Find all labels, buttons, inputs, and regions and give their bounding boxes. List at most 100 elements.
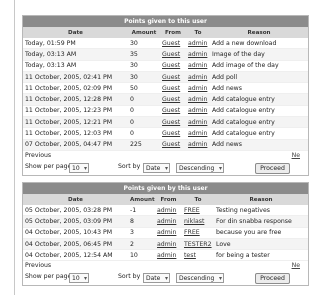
reason-cell: because you are free xyxy=(214,227,308,239)
date-cell: 11 October, 2005, 12:28 PM xyxy=(23,93,128,106)
previous-link: Previous xyxy=(25,262,52,270)
proceed-button[interactable]: Proceed xyxy=(255,162,290,174)
column-header-from[interactable]: From xyxy=(155,195,182,205)
reason-cell: Testing negatives xyxy=(214,205,308,217)
table-row: 05 October, 2005, 03:28 PM -1 admin FREE Tes… xyxy=(23,205,308,217)
reason-cell: Image of the day xyxy=(210,48,308,61)
to-user-link[interactable]: admin xyxy=(186,38,210,50)
list-controls: Show per page 10 Sort by Date Descending… xyxy=(23,161,308,175)
reason-cell: Add catalogue entry xyxy=(210,127,308,140)
column-header-amount[interactable]: Amount xyxy=(128,195,155,205)
date-cell: 11 October, 2005, 02:09 PM xyxy=(23,82,128,95)
date-cell: 11 October, 2005, 02:41 PM xyxy=(23,71,128,84)
table-row: 07 October, 2005, 04:47 PM 225 Guest admin A… xyxy=(23,139,308,151)
from-user-link[interactable]: admin xyxy=(155,205,182,217)
date-cell: 04 October, 2005, 06:45 PM xyxy=(23,238,128,251)
from-user-link[interactable]: Guest xyxy=(160,93,186,106)
sort-by-label: Sort by xyxy=(118,273,141,281)
table-row: 11 October, 2005, 02:41 PM 30 Guest admin Ad… xyxy=(23,71,308,84)
table-row: 04 October, 2005, 10:43 PM 3 admin FREE beca… xyxy=(23,227,308,239)
proceed-button[interactable]: Proceed xyxy=(255,273,290,285)
sort-order-select[interactable]: Descending xyxy=(176,162,224,173)
sort-field-select[interactable]: Date xyxy=(143,273,170,284)
amount-cell: 35 xyxy=(128,48,160,61)
column-header-date[interactable]: Date xyxy=(23,195,128,205)
sort-field-select[interactable]: Date xyxy=(143,162,170,173)
table-row: 11 October, 2005, 12:23 PM 0 Guest admin Add… xyxy=(23,105,308,118)
from-user-link[interactable]: Guest xyxy=(160,71,186,84)
column-header-to[interactable]: To xyxy=(186,28,210,38)
to-user-link[interactable]: admin xyxy=(186,116,210,129)
to-user-link[interactable]: admin xyxy=(186,139,210,151)
to-user-link[interactable]: admin xyxy=(186,71,210,84)
date-cell: 05 October, 2005, 03:28 PM xyxy=(23,205,128,217)
reason-cell: Add catalogue entry xyxy=(210,105,308,118)
to-user-link[interactable]: FREE xyxy=(182,227,214,239)
amount-cell: 0 xyxy=(128,116,160,129)
amount-cell: 0 xyxy=(128,127,160,140)
from-user-link[interactable]: Guest xyxy=(160,38,186,50)
per-page-select[interactable]: 10 xyxy=(69,273,89,284)
from-user-link[interactable]: admin xyxy=(155,227,182,239)
panel-title: Points given by this user xyxy=(23,183,308,195)
sort-order-select[interactable]: Descending xyxy=(176,273,224,284)
table-row: 05 October, 2005, 03:09 PM 8 admin niklast F… xyxy=(23,215,308,228)
from-user-link[interactable]: Guest xyxy=(160,116,186,129)
from-user-link[interactable]: Guest xyxy=(160,60,186,72)
reason-cell: For din snabba response xyxy=(214,215,308,228)
amount-cell: 0 xyxy=(128,105,160,118)
reason-cell: Love xyxy=(214,238,308,251)
previous-link: Previous xyxy=(25,151,52,159)
column-header-from[interactable]: From xyxy=(160,28,186,38)
column-header-reason[interactable]: Reason xyxy=(210,28,308,38)
column-header-reason[interactable]: Reason xyxy=(214,195,308,205)
from-user-link[interactable]: Guest xyxy=(160,82,186,95)
date-cell: 11 October, 2005, 12:23 PM xyxy=(23,105,128,118)
points-received-panel: Points given to this user Date Amount Fr… xyxy=(22,15,309,176)
to-user-link[interactable]: FREE xyxy=(182,205,214,217)
show-per-page-label: Show per page xyxy=(25,162,72,170)
amount-cell: 3 xyxy=(128,227,155,239)
reason-cell: for being a tester xyxy=(214,249,308,262)
to-user-link[interactable]: admin xyxy=(186,48,210,61)
table-row: Today, 01:59 PM 30 Guest admin Add a new dow… xyxy=(23,38,308,50)
reason-cell: Add a new download xyxy=(210,38,308,50)
reason-cell: Add news xyxy=(210,139,308,151)
to-user-link[interactable]: admin xyxy=(186,60,210,72)
amount-cell: 0 xyxy=(128,93,160,106)
from-user-link[interactable]: Guest xyxy=(160,48,186,61)
from-user-link[interactable]: admin xyxy=(155,238,182,251)
from-user-link[interactable]: Guest xyxy=(160,139,186,151)
date-cell: Today, 01:59 PM xyxy=(23,38,128,50)
pagination: Previous Ne xyxy=(23,261,308,271)
amount-cell: 30 xyxy=(128,71,160,84)
from-user-link[interactable]: admin xyxy=(155,249,182,262)
to-user-link[interactable]: TESTER2 xyxy=(182,238,214,251)
to-user-link[interactable]: admin xyxy=(186,93,210,106)
from-user-link[interactable]: admin xyxy=(155,215,182,228)
amount-cell: 30 xyxy=(128,60,160,72)
table-row: 11 October, 2005, 12:03 PM 0 Guest admin Add… xyxy=(23,127,308,140)
reason-cell: Add catalogue entry xyxy=(210,93,308,106)
date-cell: 11 October, 2005, 12:21 PM xyxy=(23,116,128,129)
column-header-date[interactable]: Date xyxy=(23,28,128,38)
column-header-to[interactable]: To xyxy=(182,195,214,205)
panel-title: Points given to this user xyxy=(23,16,308,28)
to-user-link[interactable]: admin xyxy=(186,127,210,140)
list-controls: Show per page 10 Sort by Date Descending… xyxy=(23,271,308,285)
to-user-link[interactable]: test xyxy=(182,249,214,262)
next-link[interactable]: Ne xyxy=(292,261,300,271)
date-cell: 05 October, 2005, 03:09 PM xyxy=(23,215,128,228)
per-page-select[interactable]: 10 xyxy=(69,162,89,173)
to-user-link[interactable]: niklast xyxy=(182,215,214,228)
column-header-amount[interactable]: Amount xyxy=(128,28,160,38)
to-user-link[interactable]: admin xyxy=(186,105,210,118)
to-user-link[interactable]: admin xyxy=(186,82,210,95)
date-cell: 04 October, 2005, 12:54 AM xyxy=(23,249,128,262)
reason-cell: Add image of the day xyxy=(210,60,308,72)
date-cell: Today, 03:13 AM xyxy=(23,48,128,61)
amount-cell: 50 xyxy=(128,82,160,95)
from-user-link[interactable]: Guest xyxy=(160,127,186,140)
next-link[interactable]: Ne xyxy=(292,151,300,161)
from-user-link[interactable]: Guest xyxy=(160,105,186,118)
